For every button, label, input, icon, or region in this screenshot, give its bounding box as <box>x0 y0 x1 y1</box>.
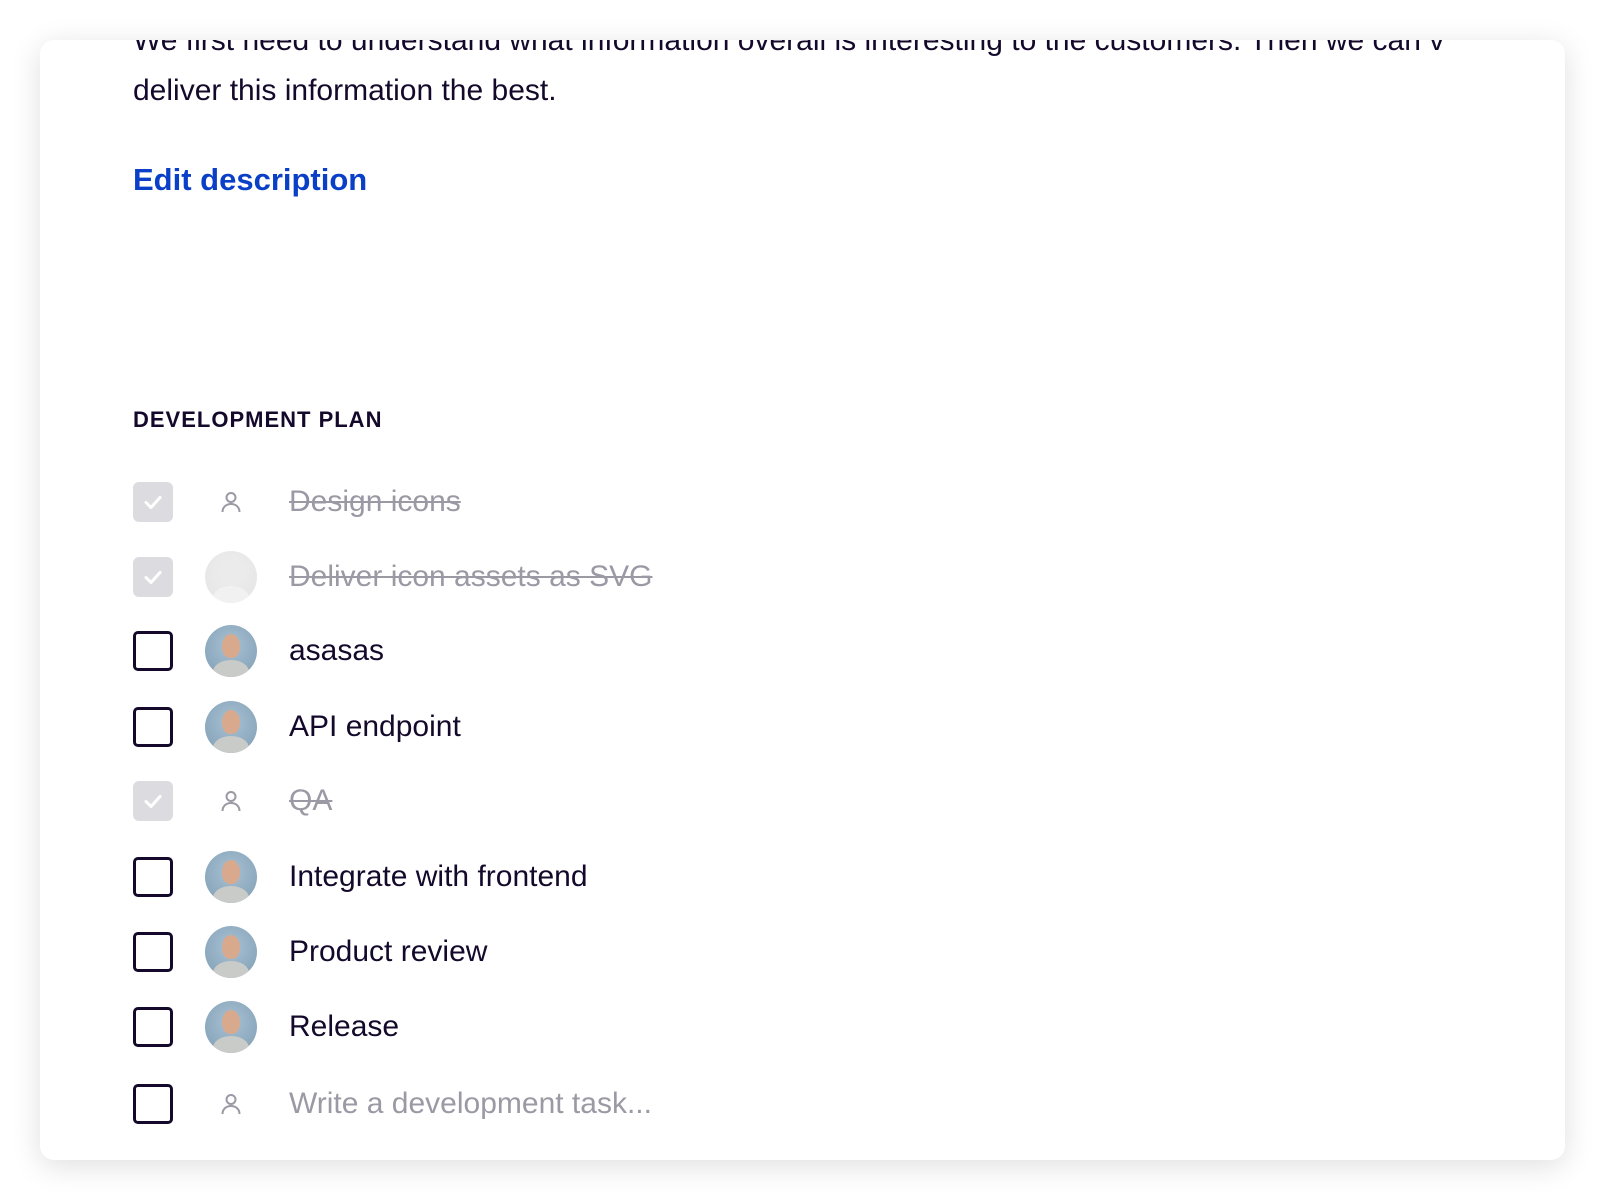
avatar[interactable] <box>205 926 257 978</box>
development-plan-heading: DEVELOPMENT PLAN <box>133 407 383 432</box>
assignee[interactable] <box>205 1001 257 1053</box>
avatar[interactable] <box>205 701 257 753</box>
assignee[interactable] <box>205 1078 257 1130</box>
task-label[interactable]: Release <box>289 1010 399 1044</box>
task-checkbox[interactable] <box>133 557 173 597</box>
task-row: API endpoint <box>133 701 461 753</box>
checkmark-icon <box>144 795 162 808</box>
task-checkbox[interactable] <box>133 482 173 522</box>
edit-description-link[interactable]: Edit description <box>133 162 367 198</box>
checkmark-icon <box>144 496 162 509</box>
task-checkbox[interactable] <box>133 707 173 747</box>
task-row: Deliver icon assets as SVG <box>133 551 652 603</box>
task-label[interactable]: Integrate with frontend <box>289 860 588 894</box>
task-checkbox[interactable] <box>133 1084 173 1124</box>
task-checkbox[interactable] <box>133 857 173 897</box>
task-label[interactable]: Product review <box>289 935 487 969</box>
task-row: Design icons <box>133 476 461 528</box>
task-checkbox[interactable] <box>133 631 173 671</box>
avatar[interactable] <box>205 625 257 677</box>
person-icon[interactable] <box>219 490 243 514</box>
task-row: Integrate with frontend <box>133 851 588 903</box>
avatar[interactable] <box>205 851 257 903</box>
task-checkbox[interactable] <box>133 781 173 821</box>
assignee[interactable] <box>205 775 257 827</box>
assignee[interactable] <box>205 851 257 903</box>
checkmark-icon <box>144 571 162 584</box>
description-line-1: We first need to understand what informa… <box>133 40 1445 57</box>
task-row: Release <box>133 1001 399 1053</box>
task-label[interactable]: Deliver icon assets as SVG <box>289 560 652 594</box>
task-label[interactable]: asasas <box>289 634 384 668</box>
task-checkbox[interactable] <box>133 932 173 972</box>
person-icon[interactable] <box>219 789 243 813</box>
new-task-row: Write a development task... <box>133 1078 652 1130</box>
assignee[interactable] <box>205 625 257 677</box>
assignee[interactable] <box>205 476 257 528</box>
task-checkbox[interactable] <box>133 1007 173 1047</box>
description-line-2: deliver this information the best. <box>133 74 557 107</box>
assignee[interactable] <box>205 551 257 603</box>
task-label[interactable]: QA <box>289 784 332 818</box>
task-row: QA <box>133 775 332 827</box>
task-label[interactable]: Design icons <box>289 485 461 519</box>
task-row: Product review <box>133 926 487 978</box>
avatar[interactable] <box>205 1001 257 1053</box>
new-task-input[interactable]: Write a development task... <box>289 1087 652 1121</box>
person-icon[interactable] <box>219 1092 243 1116</box>
assignee[interactable] <box>205 701 257 753</box>
task-label[interactable]: API endpoint <box>289 710 461 744</box>
assignee[interactable] <box>205 926 257 978</box>
task-row: asasas <box>133 625 384 677</box>
avatar[interactable] <box>205 551 257 603</box>
task-detail-card: We first need to understand what informa… <box>40 40 1565 1160</box>
